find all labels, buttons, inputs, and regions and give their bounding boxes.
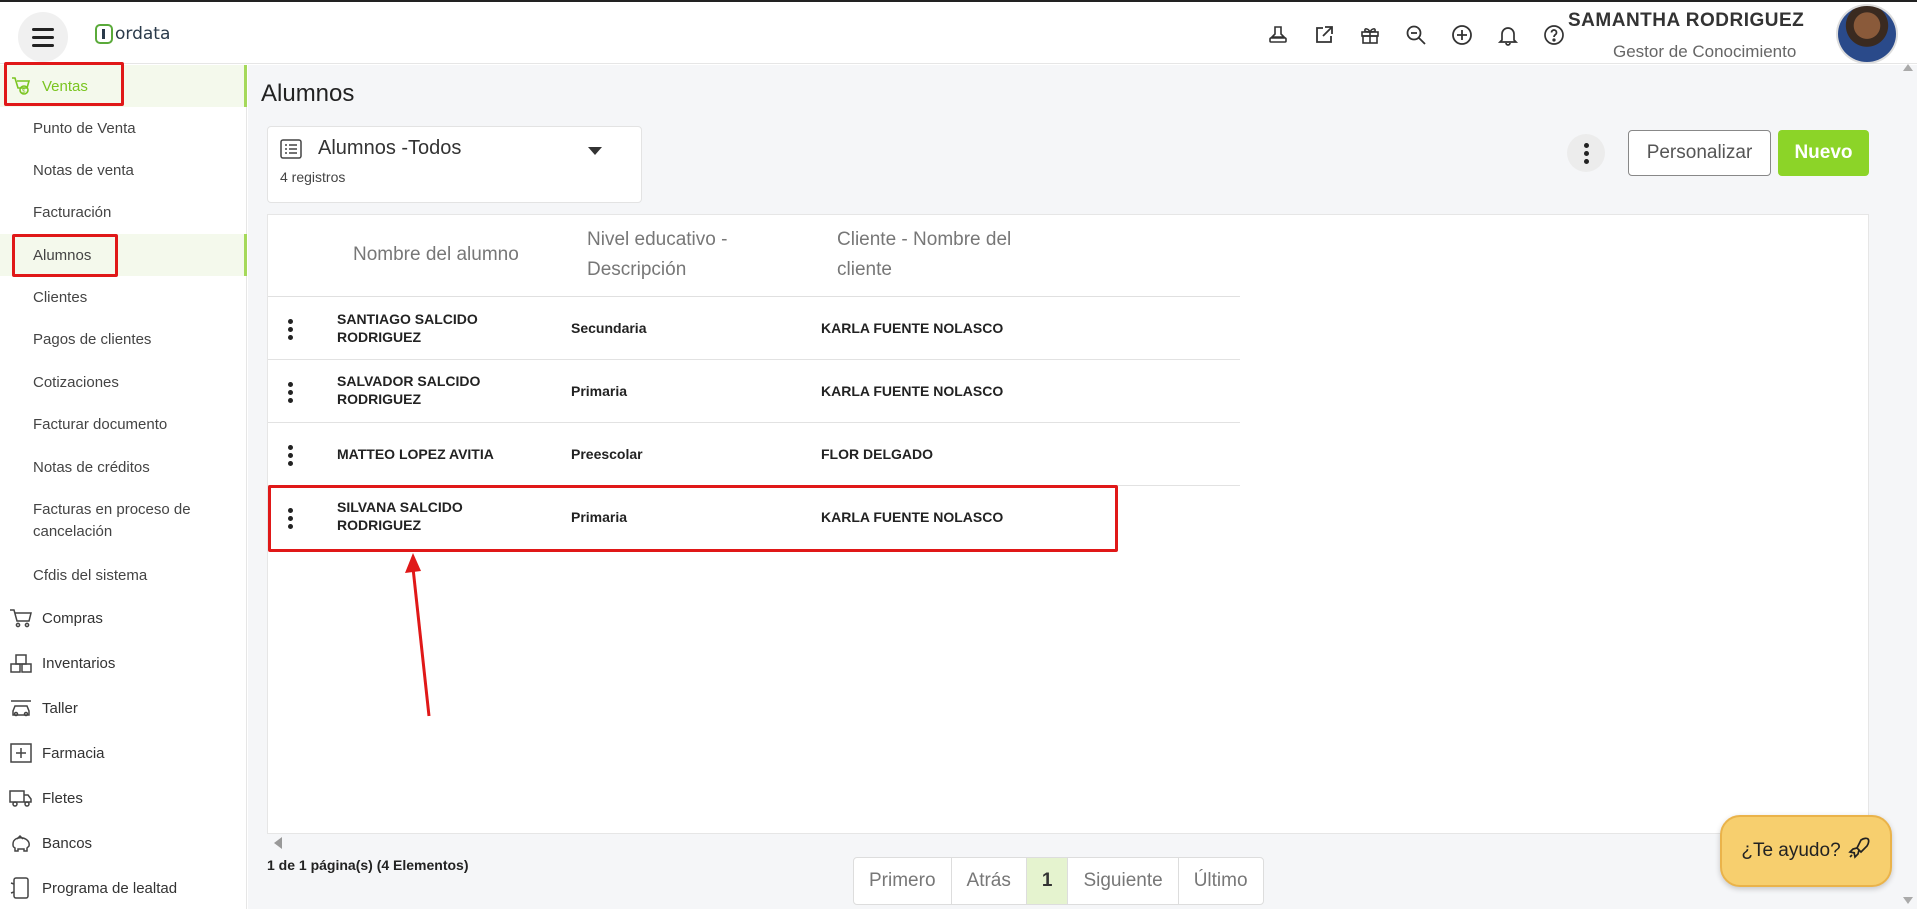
annotation-arrow: [405, 553, 431, 717]
